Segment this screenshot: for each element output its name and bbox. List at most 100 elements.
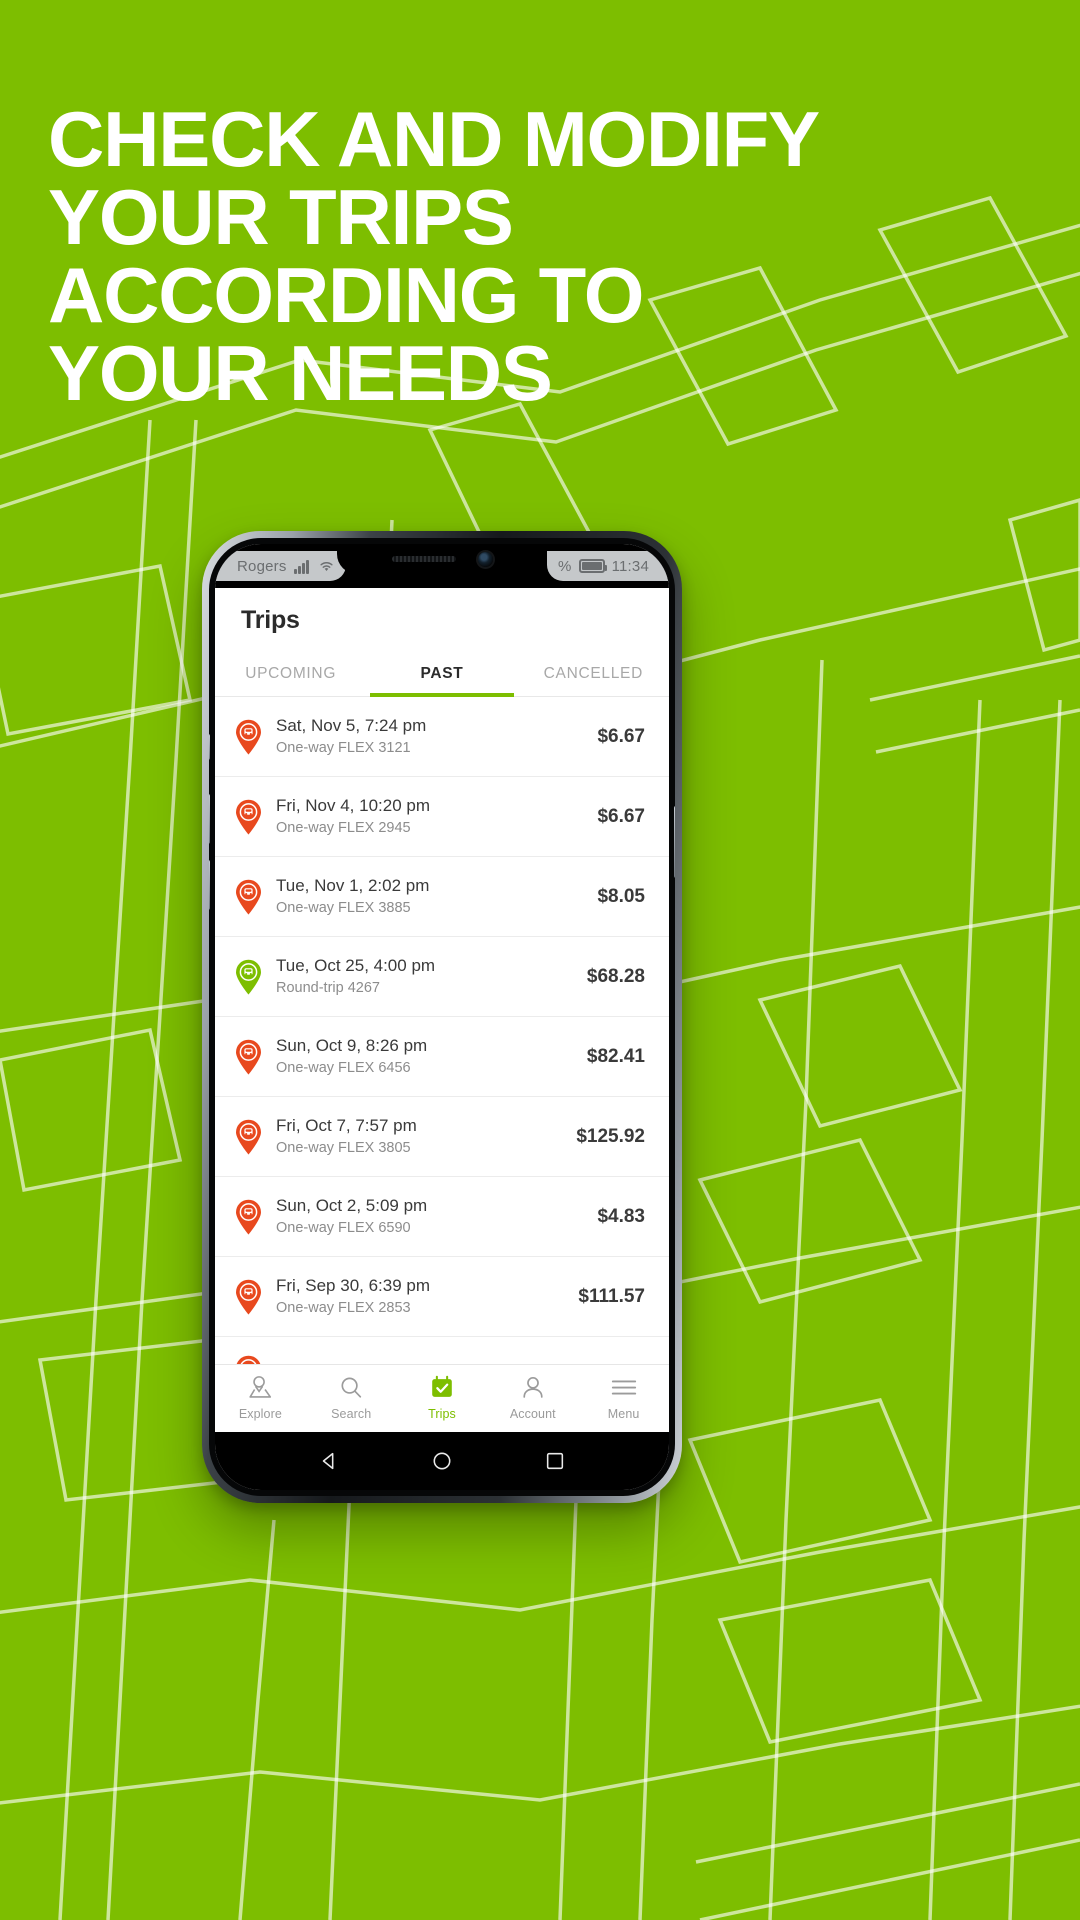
trip-text-block: Fri, Sep 30, 6:39 pm One-way FLEX 2853 [276, 1275, 564, 1318]
signal-bars-icon [293, 559, 311, 574]
android-back-triangle-icon[interactable] [318, 1450, 340, 1472]
trip-price: $4.83 [597, 1205, 645, 1227]
trip-description: One-way FLEX 3805 [276, 1140, 411, 1156]
promo-poster: CHECK AND MODIFY YOUR TRIPS ACCORDING TO… [0, 0, 1080, 1920]
phone-volume-down-button [209, 860, 210, 910]
carrier-label: Rogers [237, 557, 287, 575]
trip-price: $111.57 [578, 1285, 645, 1307]
trip-price: $82.41 [586, 1045, 645, 1067]
trip-datetime: Sun, Oct 9, 8:26 pm [276, 1036, 428, 1055]
trip-row[interactable]: Sat, Nov 5, 7:24 pm One-way FLEX 3121 $6.6… [215, 697, 669, 777]
trip-datetime: Sun, Oct 2, 5:09 pm [276, 1196, 428, 1215]
trip-price: $8.05 [597, 885, 645, 907]
trip-text-block: Fri, Nov 4, 10:20 pm One-way FLEX 2945 [276, 795, 583, 838]
one-way-pin-icon [235, 1355, 262, 1364]
front-camera-icon [477, 551, 493, 567]
trip-row[interactable]: Fri, Oct 7, 7:57 pm One-way FLEX 3805 $125… [215, 1097, 669, 1177]
phone-mockup: Rogers % 11:34 Trips UPCOMING PAST CANCE… [202, 531, 682, 1503]
hamburger-menu-icon [611, 1380, 636, 1395]
trip-row[interactable]: Fri, Sep 30, 6:39 pm One-way FLEX 2853 $11… [215, 1257, 669, 1337]
nav-item-account[interactable]: Account [487, 1374, 578, 1421]
trip-description: One-way FLEX 2945 [276, 820, 411, 836]
trip-description: One-way FLEX 3885 [276, 900, 411, 916]
one-way-pin-icon [235, 1039, 262, 1075]
battery-percent-label: % [558, 557, 572, 575]
round-trip-pin-icon [235, 959, 262, 995]
trip-description: One-way FLEX 3121 [276, 740, 411, 756]
trip-list[interactable]: Sat, Nov 5, 7:24 pm One-way FLEX 3121 $6.6… [215, 697, 669, 1364]
headline-line-1: CHECK AND MODIFY [48, 95, 820, 183]
nav-label-trips: Trips [428, 1407, 456, 1421]
trip-row[interactable]: Sun, Oct 9, 8:26 pm One-way FLEX 6456 $82.… [215, 1017, 669, 1097]
one-way-pin-icon [235, 719, 262, 755]
trip-price: $68.28 [586, 965, 645, 987]
bottom-navigation-bar: Explore Search Trips Account Menu [215, 1364, 669, 1432]
search-icon [341, 1377, 362, 1398]
phone-screen: Rogers % 11:34 Trips UPCOMING PAST CANCE… [215, 544, 669, 1490]
nav-item-search[interactable]: Search [306, 1374, 397, 1421]
trip-text-block: Fri, Oct 7, 7:57 pm One-way FLEX 3805 [276, 1115, 562, 1158]
page-title: CHECK AND MODIFY YOUR TRIPS ACCORDING TO… [48, 100, 928, 412]
trip-text-block: Sat, Nov 5, 7:24 pm One-way FLEX 3121 [276, 715, 583, 758]
trip-description: One-way FLEX 6456 [276, 1060, 411, 1076]
trip-row[interactable]: Fri, Nov 4, 10:20 pm One-way FLEX 2945 $6.… [215, 777, 669, 857]
trip-text-block: Tue, Oct 25, 4:00 pm Round-trip 4267 [276, 955, 573, 998]
wifi-icon [320, 562, 333, 572]
phone-mute-switch [209, 734, 210, 760]
phone-power-button [674, 806, 675, 878]
trip-datetime: Fri, Nov 4, 10:20 pm [276, 796, 431, 815]
clock-label: 11:34 [611, 557, 649, 575]
status-bar-left: Rogers [215, 551, 346, 581]
nav-item-explore[interactable]: Explore [215, 1374, 306, 1421]
phone-bezel: Rogers % 11:34 Trips UPCOMING PAST CANCE… [209, 538, 675, 1496]
trip-price: $6.67 [597, 805, 645, 827]
screen-title: Trips [241, 606, 300, 634]
one-way-pin-icon [235, 879, 262, 915]
trip-text-block: Sun, Oct 2, 5:09 pm One-way FLEX 6590 [276, 1195, 583, 1238]
nav-label-explore: Explore [238, 1407, 282, 1421]
android-recents-square-icon[interactable] [544, 1450, 566, 1472]
trip-text-block: Sun, Oct 9, 8:26 pm One-way FLEX 6456 [276, 1035, 573, 1078]
nav-label-search: Search [331, 1407, 372, 1421]
trips-calendar-check-icon [432, 1375, 452, 1397]
one-way-pin-icon [235, 1279, 262, 1315]
status-bar-right: % 11:34 [547, 551, 669, 581]
tab-bar: UPCOMING PAST CANCELLED [215, 649, 669, 697]
trip-datetime: Fri, Sep 30, 6:39 pm [276, 1276, 431, 1295]
explore-pin-map-icon [249, 1376, 272, 1398]
trip-text-block: Tue, Nov 1, 2:02 pm One-way FLEX 3885 [276, 875, 583, 918]
headline-line-2: YOUR TRIPS [48, 173, 514, 261]
nav-item-trips[interactable]: Trips [397, 1374, 488, 1421]
nav-label-menu: Menu [607, 1407, 640, 1421]
trip-datetime: Sat, Nov 5, 7:24 pm [276, 716, 427, 735]
trip-datetime: Tue, Oct 25, 4:00 pm [276, 956, 436, 975]
trip-price: $125.92 [576, 1125, 645, 1147]
trip-row[interactable]: Tue, Oct 25, 4:00 pm Round-trip 4267 $68.2… [215, 937, 669, 1017]
status-bar: Rogers % 11:34 [215, 544, 669, 588]
tab-past[interactable]: PAST [366, 649, 517, 697]
tab-upcoming[interactable]: UPCOMING [215, 649, 366, 696]
tab-cancelled[interactable]: CANCELLED [518, 649, 669, 696]
one-way-pin-icon [235, 1119, 262, 1155]
nav-item-menu[interactable]: Menu [578, 1374, 669, 1421]
account-person-icon [523, 1376, 543, 1398]
trip-description: Round-trip 4267 [276, 980, 380, 996]
trip-row[interactable]: Sun, Oct 2, 5:09 pm One-way FLEX 6590 $4.8… [215, 1177, 669, 1257]
app-header: Trips [215, 588, 669, 649]
trip-datetime: Fri, Oct 7, 7:57 pm [276, 1116, 417, 1135]
one-way-pin-icon [235, 799, 262, 835]
trip-datetime: Tue, Nov 1, 2:02 pm [276, 876, 430, 895]
trip-row[interactable]: Tue, Nov 1, 2:02 pm One-way FLEX 3885 $8.0… [215, 857, 669, 937]
one-way-pin-icon [235, 1199, 262, 1235]
headline-line-3: ACCORDING TO [48, 251, 644, 339]
trip-row[interactable]: Sat, Sep 17, 8:48 pm [215, 1337, 669, 1364]
android-home-circle-icon[interactable] [431, 1450, 453, 1472]
trip-description: One-way FLEX 2853 [276, 1300, 411, 1316]
trip-price: $6.67 [597, 725, 645, 747]
headline-line-4: YOUR NEEDS [48, 329, 553, 417]
phone-volume-up-button [209, 794, 210, 844]
earpiece-speaker-icon [391, 556, 456, 562]
battery-icon [578, 559, 607, 573]
android-system-bar [215, 1432, 669, 1490]
phone-notch [337, 544, 547, 574]
